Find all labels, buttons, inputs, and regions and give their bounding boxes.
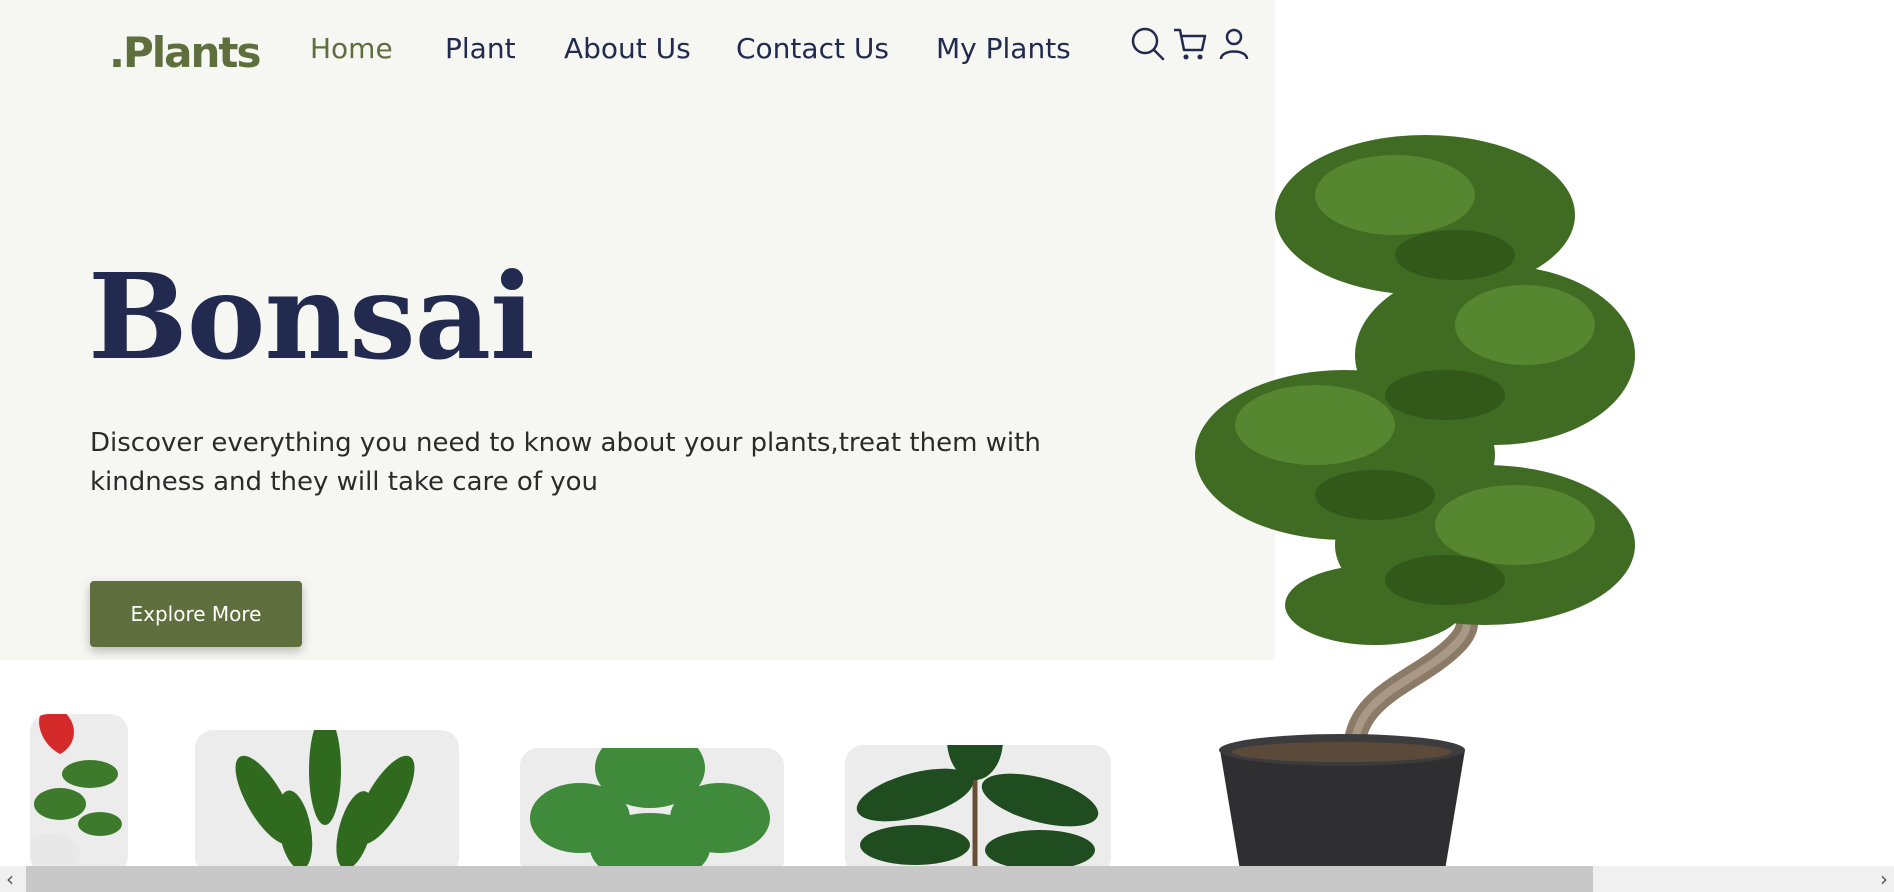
logo[interactable]: .Plants — [109, 28, 261, 77]
user-icon[interactable] — [1216, 26, 1252, 62]
horizontal-scrollbar[interactable]: ‹ › — [0, 866, 1894, 892]
explore-more-button[interactable]: Explore More — [90, 581, 302, 647]
nav-home[interactable]: Home — [310, 32, 393, 65]
plant-card-zz[interactable] — [195, 730, 459, 875]
bonsai-image — [1195, 135, 1635, 870]
hero-description: Discover everything you need to know abo… — [90, 428, 1041, 497]
plant-card-rubber[interactable] — [845, 745, 1111, 875]
nav-plant[interactable]: Plant — [445, 32, 516, 65]
scrollbar-thumb[interactable] — [26, 866, 1593, 892]
hero-title: Bonsai — [88, 247, 535, 386]
nav-about-us[interactable]: About Us — [564, 32, 691, 65]
plant-card-anthurium[interactable] — [30, 714, 128, 874]
plant-card-monstera[interactable] — [520, 748, 784, 878]
nav-my-plants[interactable]: My Plants — [936, 32, 1071, 65]
cart-icon[interactable] — [1172, 26, 1208, 62]
nav-contact-us[interactable]: Contact Us — [736, 32, 889, 65]
search-icon[interactable] — [1130, 26, 1166, 62]
scroll-left-icon[interactable]: ‹ — [0, 866, 20, 892]
scroll-right-icon[interactable]: › — [1874, 866, 1894, 892]
